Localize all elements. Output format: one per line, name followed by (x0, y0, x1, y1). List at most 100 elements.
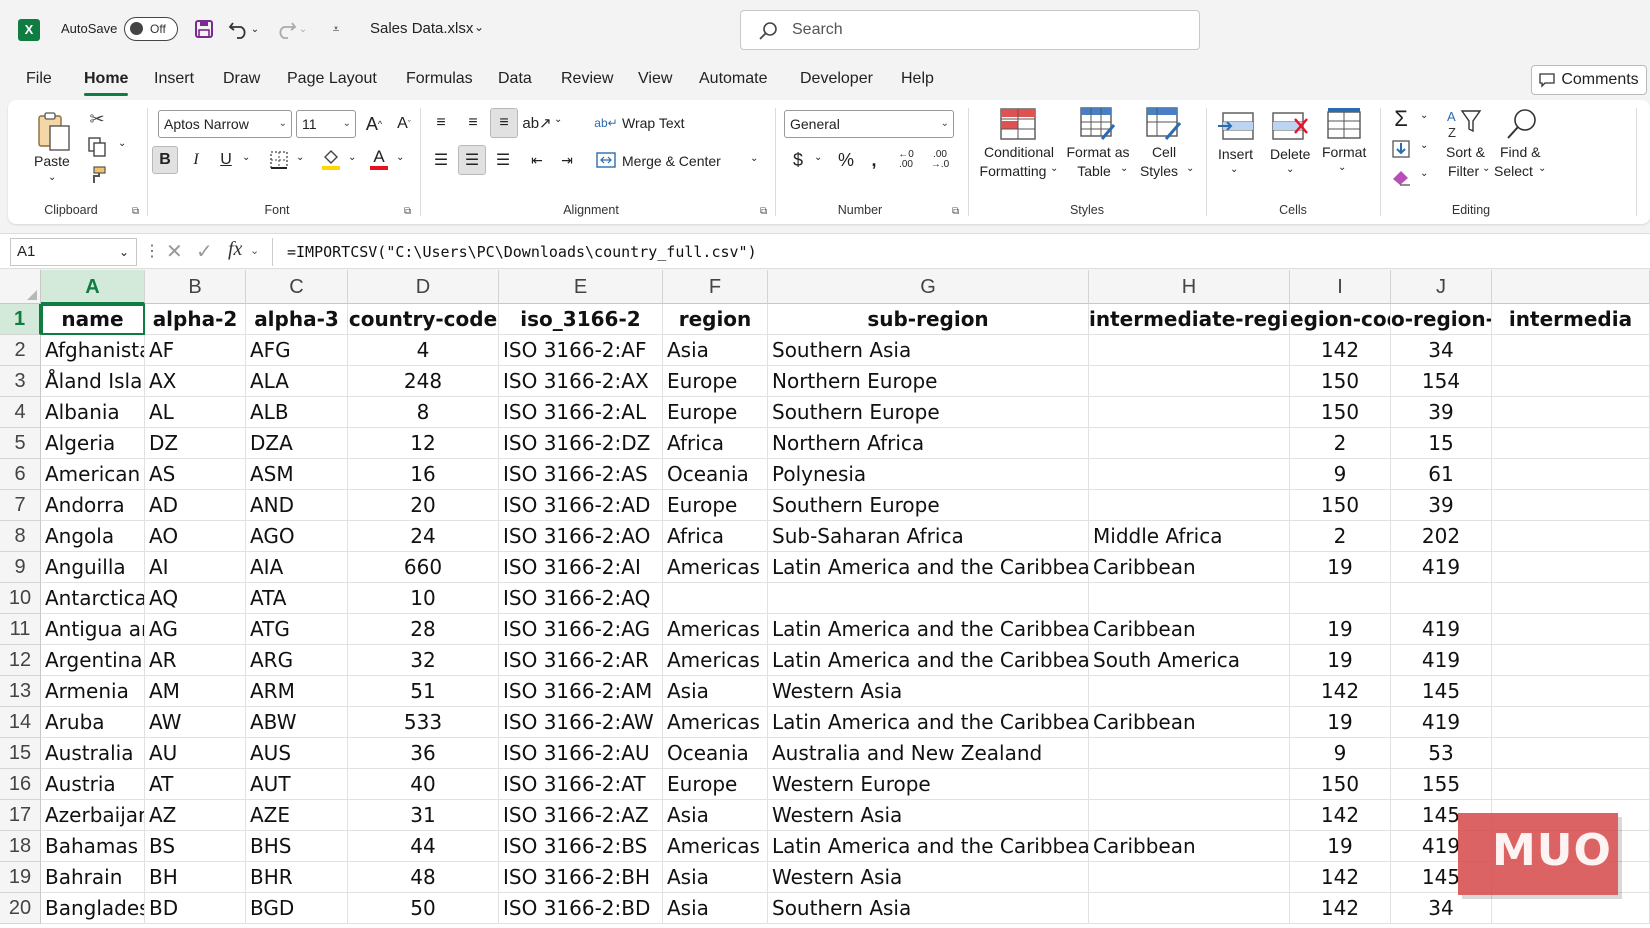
table-cell[interactable]: 48 (348, 862, 499, 893)
table-cell[interactable]: DZ (145, 428, 246, 459)
table-cell[interactable]: ALB (246, 397, 348, 428)
table-cell[interactable]: ISO 3166-2:DZ (499, 428, 663, 459)
align-top-icon[interactable]: ≡ (428, 110, 454, 136)
table-cell[interactable]: ISO 3166-2:AG (499, 614, 663, 645)
table-cell[interactable] (663, 583, 768, 614)
table-cell[interactable]: AX (145, 366, 246, 397)
clear-chevron-icon[interactable]: ⌄ (1420, 168, 1428, 179)
paste-icon[interactable] (34, 108, 74, 154)
table-cell[interactable]: Southern Europe (768, 490, 1089, 521)
header-cell[interactable]: country-code (348, 304, 499, 335)
table-cell[interactable]: Western Europe (768, 769, 1089, 800)
increase-font-size-icon[interactable]: A ^ (362, 110, 386, 138)
table-cell[interactable]: BD (145, 893, 246, 924)
paste-label[interactable]: Paste (34, 153, 70, 169)
table-cell[interactable]: AUT (246, 769, 348, 800)
row-header[interactable]: 12 (0, 645, 41, 676)
table-cell[interactable]: Armenia (41, 676, 145, 707)
find-select-label-2[interactable]: Select (1494, 163, 1533, 179)
fx-chevron-icon[interactable]: ⌄ (250, 244, 259, 257)
wrap-text-button[interactable]: Wrap Text (622, 115, 685, 131)
table-cell[interactable]: Anguilla (41, 552, 145, 583)
table-cell[interactable] (1492, 893, 1650, 924)
tab-data[interactable]: Data (498, 70, 532, 88)
align-center-icon[interactable]: ☰ (458, 145, 486, 175)
table-cell[interactable]: Europe (663, 366, 768, 397)
table-cell[interactable]: AU (145, 738, 246, 769)
column-header-i[interactable]: I (1290, 270, 1391, 304)
table-cell[interactable] (1089, 800, 1290, 831)
table-cell[interactable] (1089, 335, 1290, 366)
table-cell[interactable]: 155 (1391, 769, 1492, 800)
table-cell[interactable]: 2 (1290, 521, 1391, 552)
delete-chevron-icon[interactable]: ⌄ (1286, 164, 1294, 175)
table-cell[interactable]: 32 (348, 645, 499, 676)
header-cell[interactable]: sub-region (768, 304, 1089, 335)
column-header-c[interactable]: C (246, 270, 348, 304)
format-table-chevron-icon[interactable]: ⌄ (1120, 163, 1128, 174)
table-cell[interactable]: 4 (348, 335, 499, 366)
row-header[interactable]: 5 (0, 428, 41, 459)
row-header[interactable]: 1 (0, 304, 41, 335)
table-cell[interactable] (1492, 397, 1650, 428)
orientation-chevron-icon[interactable]: ⌄ (554, 114, 562, 125)
table-cell[interactable]: Latin America and the Caribbean (768, 707, 1089, 738)
cell-styles-chevron-icon[interactable]: ⌄ (1186, 163, 1194, 174)
row-header[interactable]: 16 (0, 769, 41, 800)
tab-draw[interactable]: Draw (223, 70, 260, 88)
table-cell[interactable]: ASM (246, 459, 348, 490)
table-cell[interactable] (1290, 583, 1391, 614)
table-cell[interactable]: AR (145, 645, 246, 676)
table-cell[interactable]: 36 (348, 738, 499, 769)
table-cell[interactable]: Polynesia (768, 459, 1089, 490)
row-header[interactable]: 18 (0, 831, 41, 862)
table-cell[interactable]: 150 (1290, 490, 1391, 521)
number-format-select[interactable]: General ⌄ (784, 110, 954, 138)
table-cell[interactable]: 51 (348, 676, 499, 707)
header-cell[interactable]: region (663, 304, 768, 335)
save-icon[interactable] (190, 14, 218, 44)
header-cell[interactable]: alpha-3 (246, 304, 348, 335)
table-cell[interactable]: Western Asia (768, 862, 1089, 893)
table-cell[interactable] (1492, 459, 1650, 490)
table-cell[interactable]: Latin America and the Caribbean (768, 831, 1089, 862)
search-box[interactable]: Search (740, 10, 1200, 50)
decrease-font-size-icon[interactable]: Aˇ (392, 110, 416, 138)
table-cell[interactable]: 39 (1391, 490, 1492, 521)
table-cell[interactable] (1492, 707, 1650, 738)
table-cell[interactable]: ISO 3166-2:BD (499, 893, 663, 924)
tab-review[interactable]: Review (561, 70, 613, 88)
table-cell[interactable]: BGD (246, 893, 348, 924)
table-cell[interactable] (768, 583, 1089, 614)
merge-center-button[interactable]: Merge & Center (622, 153, 721, 169)
undo-dropdown-icon[interactable]: ⌄ (248, 14, 262, 44)
name-box[interactable]: A1 ⌄ (10, 238, 137, 266)
table-cell[interactable]: Europe (663, 397, 768, 428)
table-cell[interactable]: AND (246, 490, 348, 521)
table-cell[interactable]: 142 (1290, 676, 1391, 707)
clipboard-launcher-icon[interactable]: ⧉ (132, 206, 139, 217)
table-cell[interactable] (1089, 738, 1290, 769)
column-header-blank[interactable] (1492, 270, 1650, 304)
comma-style-icon[interactable]: , (864, 146, 884, 174)
currency-icon[interactable]: $ (786, 146, 810, 174)
table-cell[interactable]: Americas (663, 645, 768, 676)
table-cell[interactable] (1492, 335, 1650, 366)
table-cell[interactable]: AF (145, 335, 246, 366)
row-header[interactable]: 3 (0, 366, 41, 397)
insert-chevron-icon[interactable]: ⌄ (1230, 164, 1238, 175)
table-cell[interactable]: AIA (246, 552, 348, 583)
row-header[interactable]: 13 (0, 676, 41, 707)
sort-filter-chevron-icon[interactable]: ⌄ (1482, 163, 1490, 174)
table-cell[interactable]: Asia (663, 893, 768, 924)
table-cell[interactable]: Oceania (663, 459, 768, 490)
autosave-toggle[interactable]: Off (124, 17, 178, 41)
table-cell[interactable]: 19 (1290, 614, 1391, 645)
increase-indent-icon[interactable]: ⇥ (554, 146, 580, 174)
table-cell[interactable]: Americas (663, 707, 768, 738)
table-cell[interactable]: ARG (246, 645, 348, 676)
table-cell[interactable]: ISO 3166-2:AM (499, 676, 663, 707)
table-cell[interactable]: ISO 3166-2:AX (499, 366, 663, 397)
table-cell[interactable]: ISO 3166-2:AT (499, 769, 663, 800)
enter-icon[interactable]: ✓ (196, 239, 213, 264)
